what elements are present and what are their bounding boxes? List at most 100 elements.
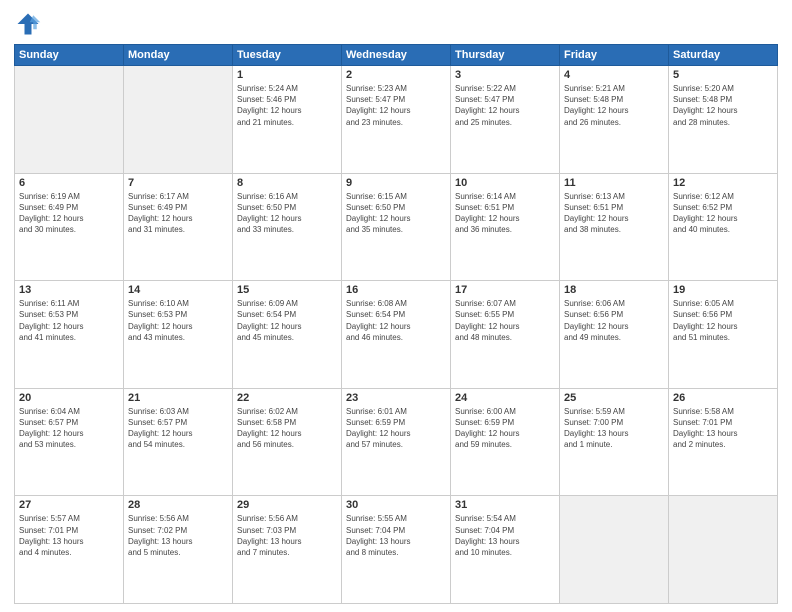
week-row-4: 27 Sunrise: 5:57 AM Sunset: 7:01 PM Dayli… [15, 496, 778, 604]
week-row-1: 6 Sunrise: 6:19 AM Sunset: 6:49 PM Daylig… [15, 173, 778, 281]
calendar-cell: 31 Sunrise: 5:54 AM Sunset: 7:04 PM Dayli… [451, 496, 560, 604]
calendar-cell: 18 Sunrise: 6:06 AM Sunset: 6:56 PM Dayli… [560, 281, 669, 389]
day-number: 2 [346, 69, 446, 81]
calendar-cell: 30 Sunrise: 5:55 AM Sunset: 7:04 PM Dayli… [342, 496, 451, 604]
week-row-3: 20 Sunrise: 6:04 AM Sunset: 6:57 PM Dayli… [15, 388, 778, 496]
day-number: 27 [19, 499, 119, 511]
day-number: 24 [455, 392, 555, 404]
calendar-cell: 8Sunrise: 6:16 AM Sunset: 6:50 PM Daylig… [233, 173, 342, 281]
day-number: 4 [564, 69, 664, 81]
day-info: Sunrise: 6:10 AM Sunset: 6:53 PM Dayligh… [128, 298, 228, 343]
page: SundayMondayTuesdayWednesdayThursdayFrid… [0, 0, 792, 612]
day-number: 18 [564, 284, 664, 296]
day-number: 12 [673, 177, 773, 189]
day-number: 21 [128, 392, 228, 404]
week-row-0: 1Sunrise: 5:24 AM Sunset: 5:46 PM Daylig… [15, 66, 778, 174]
calendar-cell: 27 Sunrise: 5:57 AM Sunset: 7:01 PM Dayli… [15, 496, 124, 604]
calendar-cell: 10Sunrise: 6:14 AM Sunset: 6:51 PM Dayli… [451, 173, 560, 281]
day-number: 17 [455, 284, 555, 296]
calendar-cell: 16Sunrise: 6:08 AM Sunset: 6:54 PM Dayli… [342, 281, 451, 389]
header-cell-sunday: Sunday [15, 45, 124, 66]
day-number: 14 [128, 284, 228, 296]
day-number: 19 [673, 284, 773, 296]
day-info: Sunrise: 6:06 AM Sunset: 6:56 PM Dayligh… [564, 298, 664, 343]
calendar-cell: 24 Sunrise: 6:00 AM Sunset: 6:59 PM Dayli… [451, 388, 560, 496]
calendar-cell: 1Sunrise: 5:24 AM Sunset: 5:46 PM Daylig… [233, 66, 342, 174]
calendar-cell: 26 Sunrise: 5:58 AM Sunset: 7:01 PM Dayli… [669, 388, 778, 496]
calendar-cell: 23Sunrise: 6:01 AM Sunset: 6:59 PM Dayli… [342, 388, 451, 496]
calendar-cell: 4 Sunrise: 5:21 AM Sunset: 5:48 PM Daylig… [560, 66, 669, 174]
calendar-cell: 29Sunrise: 5:56 AM Sunset: 7:03 PM Dayli… [233, 496, 342, 604]
header-cell-friday: Friday [560, 45, 669, 66]
calendar-cell: 21Sunrise: 6:03 AM Sunset: 6:57 PM Dayli… [124, 388, 233, 496]
calendar-body: 1Sunrise: 5:24 AM Sunset: 5:46 PM Daylig… [15, 66, 778, 604]
day-number: 3 [455, 69, 555, 81]
calendar-cell: 17 Sunrise: 6:07 AM Sunset: 6:55 PM Dayli… [451, 281, 560, 389]
day-number: 20 [19, 392, 119, 404]
logo-icon [14, 10, 42, 38]
calendar-cell: 2 Sunrise: 5:23 AM Sunset: 5:47 PM Daylig… [342, 66, 451, 174]
day-number: 5 [673, 69, 773, 81]
day-info: Sunrise: 5:57 AM Sunset: 7:01 PM Dayligh… [19, 513, 119, 558]
calendar-header: SundayMondayTuesdayWednesdayThursdayFrid… [15, 45, 778, 66]
day-number: 13 [19, 284, 119, 296]
day-info: Sunrise: 5:58 AM Sunset: 7:01 PM Dayligh… [673, 406, 773, 451]
day-info: Sunrise: 6:09 AM Sunset: 6:54 PM Dayligh… [237, 298, 337, 343]
calendar-cell: 6 Sunrise: 6:19 AM Sunset: 6:49 PM Daylig… [15, 173, 124, 281]
calendar-cell [560, 496, 669, 604]
calendar-cell: 22Sunrise: 6:02 AM Sunset: 6:58 PM Dayli… [233, 388, 342, 496]
calendar-cell: 13 Sunrise: 6:11 AM Sunset: 6:53 PM Dayli… [15, 281, 124, 389]
day-number: 8 [237, 177, 337, 189]
day-number: 26 [673, 392, 773, 404]
calendar-cell: 19 Sunrise: 6:05 AM Sunset: 6:56 PM Dayli… [669, 281, 778, 389]
day-info: Sunrise: 6:13 AM Sunset: 6:51 PM Dayligh… [564, 191, 664, 236]
week-row-2: 13 Sunrise: 6:11 AM Sunset: 6:53 PM Dayli… [15, 281, 778, 389]
calendar-cell [669, 496, 778, 604]
day-number: 28 [128, 499, 228, 511]
day-number: 9 [346, 177, 446, 189]
day-info: Sunrise: 6:04 AM Sunset: 6:57 PM Dayligh… [19, 406, 119, 451]
calendar-cell: 28Sunrise: 5:56 AM Sunset: 7:02 PM Dayli… [124, 496, 233, 604]
day-info: Sunrise: 5:54 AM Sunset: 7:04 PM Dayligh… [455, 513, 555, 558]
calendar-cell: 15 Sunrise: 6:09 AM Sunset: 6:54 PM Dayli… [233, 281, 342, 389]
day-info: Sunrise: 5:23 AM Sunset: 5:47 PM Dayligh… [346, 83, 446, 128]
day-info: Sunrise: 5:59 AM Sunset: 7:00 PM Dayligh… [564, 406, 664, 451]
calendar-cell: 14 Sunrise: 6:10 AM Sunset: 6:53 PM Dayli… [124, 281, 233, 389]
day-number: 23 [346, 392, 446, 404]
day-info: Sunrise: 5:21 AM Sunset: 5:48 PM Dayligh… [564, 83, 664, 128]
day-info: Sunrise: 6:17 AM Sunset: 6:49 PM Dayligh… [128, 191, 228, 236]
calendar-cell: 7 Sunrise: 6:17 AM Sunset: 6:49 PM Daylig… [124, 173, 233, 281]
day-info: Sunrise: 6:05 AM Sunset: 6:56 PM Dayligh… [673, 298, 773, 343]
day-number: 6 [19, 177, 119, 189]
calendar-cell: 12Sunrise: 6:12 AM Sunset: 6:52 PM Dayli… [669, 173, 778, 281]
day-info: Sunrise: 6:08 AM Sunset: 6:54 PM Dayligh… [346, 298, 446, 343]
calendar-cell: 5 Sunrise: 5:20 AM Sunset: 5:48 PM Daylig… [669, 66, 778, 174]
day-info: Sunrise: 6:00 AM Sunset: 6:59 PM Dayligh… [455, 406, 555, 451]
day-number: 10 [455, 177, 555, 189]
day-info: Sunrise: 5:55 AM Sunset: 7:04 PM Dayligh… [346, 513, 446, 558]
day-number: 30 [346, 499, 446, 511]
day-info: Sunrise: 6:02 AM Sunset: 6:58 PM Dayligh… [237, 406, 337, 451]
day-info: Sunrise: 5:24 AM Sunset: 5:46 PM Dayligh… [237, 83, 337, 128]
day-info: Sunrise: 6:07 AM Sunset: 6:55 PM Dayligh… [455, 298, 555, 343]
logo [14, 10, 46, 38]
header-cell-tuesday: Tuesday [233, 45, 342, 66]
day-number: 7 [128, 177, 228, 189]
day-info: Sunrise: 5:20 AM Sunset: 5:48 PM Dayligh… [673, 83, 773, 128]
day-info: Sunrise: 6:15 AM Sunset: 6:50 PM Dayligh… [346, 191, 446, 236]
header-cell-thursday: Thursday [451, 45, 560, 66]
calendar-cell: 20 Sunrise: 6:04 AM Sunset: 6:57 PM Dayli… [15, 388, 124, 496]
day-number: 25 [564, 392, 664, 404]
day-info: Sunrise: 6:19 AM Sunset: 6:49 PM Dayligh… [19, 191, 119, 236]
header-cell-wednesday: Wednesday [342, 45, 451, 66]
day-number: 11 [564, 177, 664, 189]
day-number: 29 [237, 499, 337, 511]
day-number: 15 [237, 284, 337, 296]
calendar-cell: 9 Sunrise: 6:15 AM Sunset: 6:50 PM Daylig… [342, 173, 451, 281]
day-info: Sunrise: 6:11 AM Sunset: 6:53 PM Dayligh… [19, 298, 119, 343]
calendar-table: SundayMondayTuesdayWednesdayThursdayFrid… [14, 44, 778, 604]
day-number: 31 [455, 499, 555, 511]
header [14, 10, 778, 38]
day-info: Sunrise: 5:22 AM Sunset: 5:47 PM Dayligh… [455, 83, 555, 128]
header-row: SundayMondayTuesdayWednesdayThursdayFrid… [15, 45, 778, 66]
